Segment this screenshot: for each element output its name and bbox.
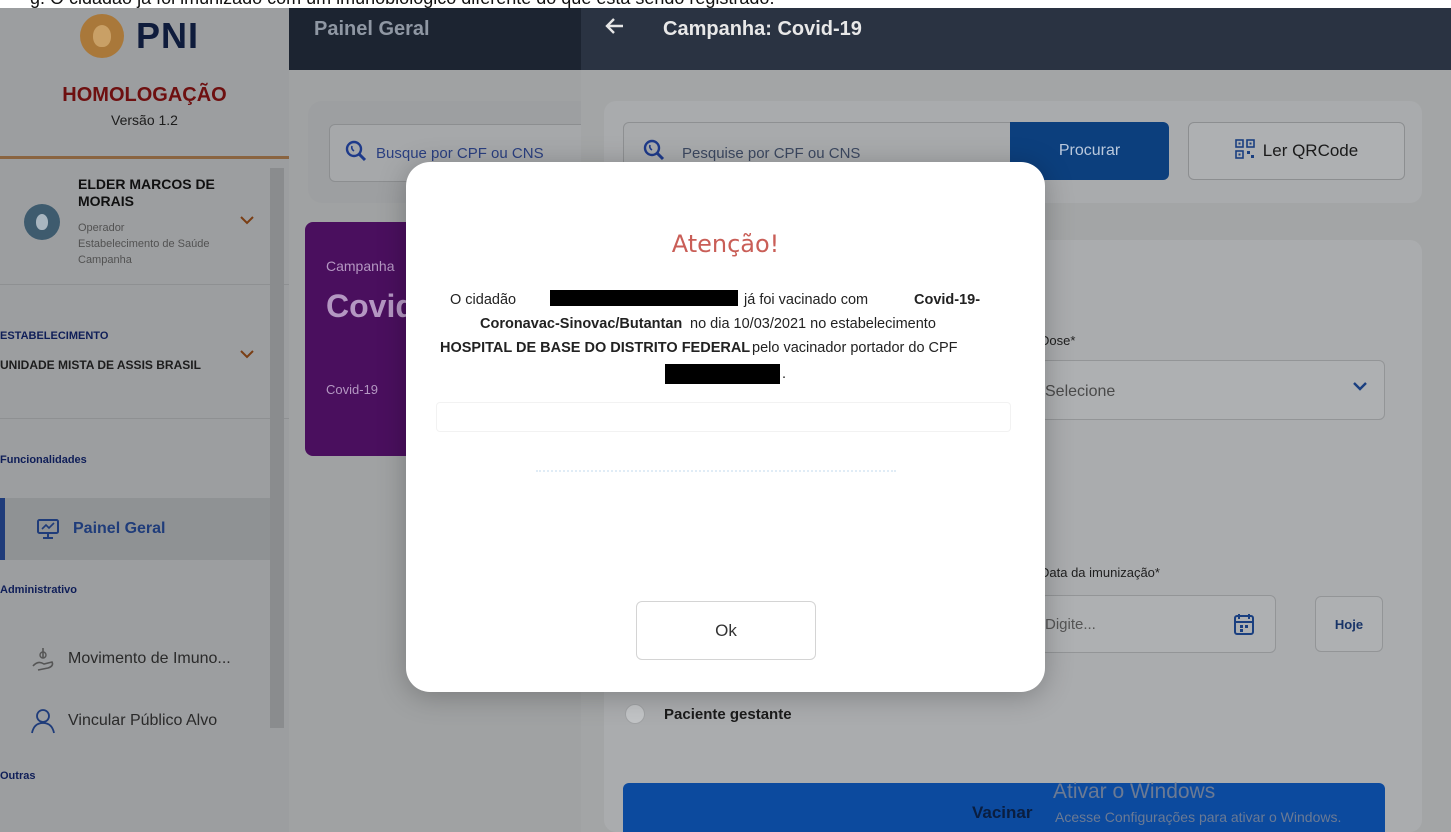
sidebar-item-vincular[interactable]: Vincular Público Alvo	[0, 690, 270, 752]
dose-value: Selecione	[1045, 383, 1116, 400]
sidebar-item-painel-geral[interactable]: Painel Geral	[0, 498, 270, 560]
left-header: Painel Geral	[289, 8, 581, 70]
section-admin: Administrativo	[0, 584, 78, 596]
date-input[interactable]: Digite...	[1040, 595, 1276, 653]
vaccine-name: Covid-19-	[914, 292, 981, 308]
divider	[536, 470, 896, 472]
card-subtitle: Campanha	[326, 258, 395, 274]
establishment-chevron-icon[interactable]	[240, 348, 254, 362]
drop-logo-icon	[80, 14, 124, 58]
qrcode-button-label: Ler QRCode	[1262, 141, 1359, 160]
redacted-cpf	[665, 364, 780, 384]
dose-select[interactable]: Selecione	[1040, 360, 1385, 420]
calendar-icon[interactable]	[1233, 612, 1255, 641]
chevron-down-icon	[1352, 379, 1368, 397]
section-functionalities: Funcionalidades	[0, 454, 87, 466]
message-text: .	[782, 366, 787, 382]
establishment-label: ESTABELECIMENTO	[0, 330, 109, 342]
user-role-line1: Operador	[78, 222, 125, 234]
app-logo: PNI	[80, 14, 199, 58]
search-placeholder: Pesquise por CPF ou CNS	[682, 145, 861, 162]
date-placeholder: Digite...	[1045, 616, 1096, 633]
sidebar-scrollbar[interactable]	[270, 168, 284, 728]
windows-activation-title: Ativar o Windows	[1053, 780, 1216, 803]
divider	[0, 284, 289, 285]
establishment-select[interactable]: UNIDADE MISTA DE ASSIS BRASIL	[0, 358, 201, 372]
divider	[0, 418, 289, 419]
section-others: Outras	[0, 770, 36, 782]
sidebar-item-movimento[interactable]: Movimento de Imuno...	[0, 628, 270, 690]
windows-activation-subtitle: Acesse Configurações para ativar o Windo…	[1055, 809, 1342, 825]
monitor-icon	[35, 516, 61, 542]
redacted-name	[550, 290, 738, 306]
user-role: Operador Estabelecimento de Saúde Campan…	[78, 220, 248, 268]
divider	[436, 402, 1011, 432]
environment-label: HOMOLOGAÇÃO	[62, 84, 227, 106]
user-icon	[30, 708, 56, 734]
message-text: O cidadão	[450, 292, 517, 308]
message-text: pelo vacinador portador do CPF	[752, 340, 958, 356]
pregnant-checkbox[interactable]	[625, 704, 645, 724]
pregnant-label: Paciente gestante	[664, 706, 792, 723]
sidebar-item-label: Painel Geral	[73, 520, 166, 537]
dose-label: Dose*	[1040, 333, 1076, 348]
user-menu-chevron-icon[interactable]	[240, 214, 254, 228]
back-arrow-icon[interactable]	[605, 16, 625, 42]
campaign-title: Campanha: Covid-19	[663, 18, 862, 40]
establishment-name: HOSPITAL DE BASE DO DISTRITO FEDERAL	[440, 340, 751, 356]
user-role-line2: Estabelecimento de Saúde Campanha	[78, 238, 210, 266]
document-caption: g. O cidadão já foi imunizado com um imu…	[0, 0, 1451, 8]
attention-modal: Atenção! O cidadão já foi vacinado com C…	[406, 162, 1045, 692]
message-text: no dia 10/03/2021 no estabelecimento	[690, 316, 936, 332]
avatar	[24, 204, 60, 240]
sidebar-item-label: Movimento de Imuno...	[68, 650, 231, 667]
message-text: já foi vacinado com	[744, 292, 869, 308]
card-footer: Covid-19	[326, 382, 379, 397]
vaccinate-button-label: Vacinar	[972, 803, 1033, 822]
modal-title: Atenção!	[671, 230, 780, 258]
search-placeholder: Busque por CPF ou CNS	[376, 145, 544, 162]
qrcode-button[interactable]: Ler QRCode	[1188, 122, 1405, 180]
page-title: Painel Geral	[314, 18, 430, 40]
sidebar: PNI HOMOLOGAÇÃO Versão 1.2 ELDER MARCOS …	[0, 8, 289, 832]
logo-text: PNI	[136, 15, 200, 56]
version-label: Versão 1.2	[111, 112, 178, 128]
qrcode-icon	[1234, 138, 1255, 164]
divider	[0, 156, 289, 159]
sidebar-item-label: Vincular Público Alvo	[68, 712, 218, 729]
user-name: ELDER MARCOS DE MORAIS	[78, 176, 215, 209]
caption-text: g. O cidadão já foi imunizado com um imu…	[30, 0, 774, 8]
ok-button[interactable]: Ok	[636, 601, 816, 660]
right-header: Campanha: Covid-19	[581, 8, 1451, 70]
today-button[interactable]: Hoje	[1315, 596, 1383, 652]
vaccine-hand-icon	[30, 646, 56, 672]
search-icon	[344, 139, 368, 168]
date-label: Data da imunização*	[1040, 565, 1160, 580]
vaccine-name: Coronavac-Sinovac/Butantan	[480, 316, 683, 332]
